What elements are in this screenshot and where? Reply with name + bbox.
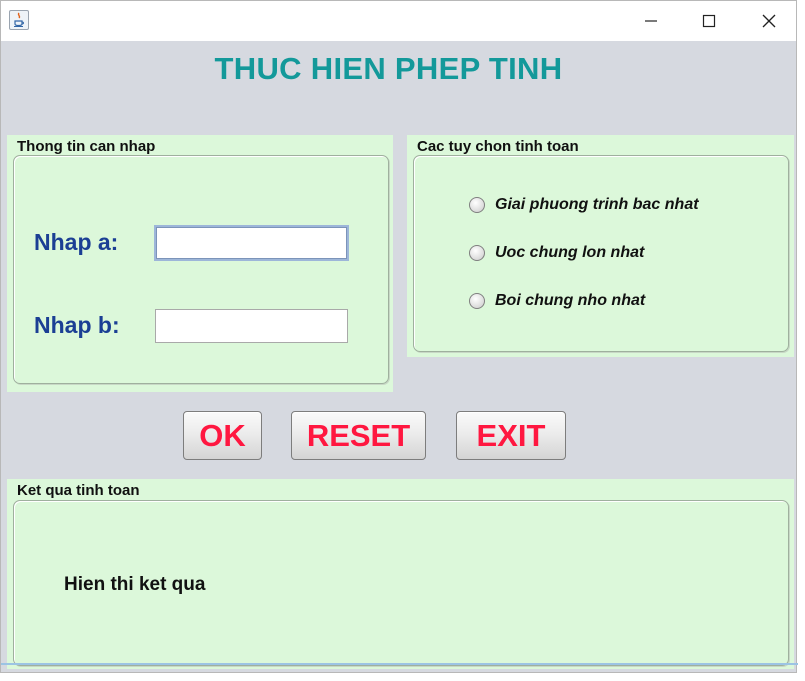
result-text: Hien thi ket qua — [64, 574, 206, 595]
option-label: Uoc chung lon nhat — [495, 244, 645, 261]
field-b-input[interactable] — [155, 309, 348, 343]
field-a-input[interactable] — [154, 225, 349, 261]
field-b-label: Nhap b: — [34, 312, 120, 338]
page-title: THUC HIEN PHEP TINH — [214, 51, 563, 86]
input-panel: Thong tin can nhap Nhap a: Nhap b: — [7, 135, 393, 392]
option-label: Boi chung nho nhat — [495, 292, 646, 309]
field-a-label: Nhap a: — [34, 229, 119, 255]
input-panel-title: Thong tin can nhap — [17, 138, 156, 155]
options-panel-title: Cac tuy chon tinh toan — [417, 138, 579, 155]
result-panel: Ket qua tinh toan Hien thi ket qua — [7, 479, 794, 669]
maximize-icon — [702, 14, 716, 28]
minimize-button[interactable] — [623, 1, 679, 41]
exit-button[interactable]: EXIT — [456, 411, 566, 460]
minimize-icon — [645, 20, 657, 22]
title-bar — [1, 1, 796, 41]
java-app-icon — [9, 10, 29, 30]
options-panel: Cac tuy chon tinh toan Giai phuong trinh… — [407, 135, 794, 357]
radio-button[interactable] — [469, 197, 485, 213]
result-panel-title: Ket qua tinh toan — [17, 482, 140, 499]
reset-button[interactable]: RESET — [291, 411, 426, 460]
input-panel-border — [13, 155, 389, 384]
radio-button[interactable] — [469, 245, 485, 261]
option-label: Giai phuong trinh bac nhat — [495, 196, 699, 213]
close-icon — [762, 14, 776, 28]
ok-button[interactable]: OK — [183, 411, 262, 460]
maximize-button[interactable] — [681, 1, 737, 41]
app-window: THUC HIEN PHEP TINH Thong tin can nhap N… — [0, 0, 798, 673]
window-bottom-edge — [1, 663, 798, 665]
radio-button[interactable] — [469, 293, 485, 309]
close-button[interactable] — [741, 1, 797, 41]
